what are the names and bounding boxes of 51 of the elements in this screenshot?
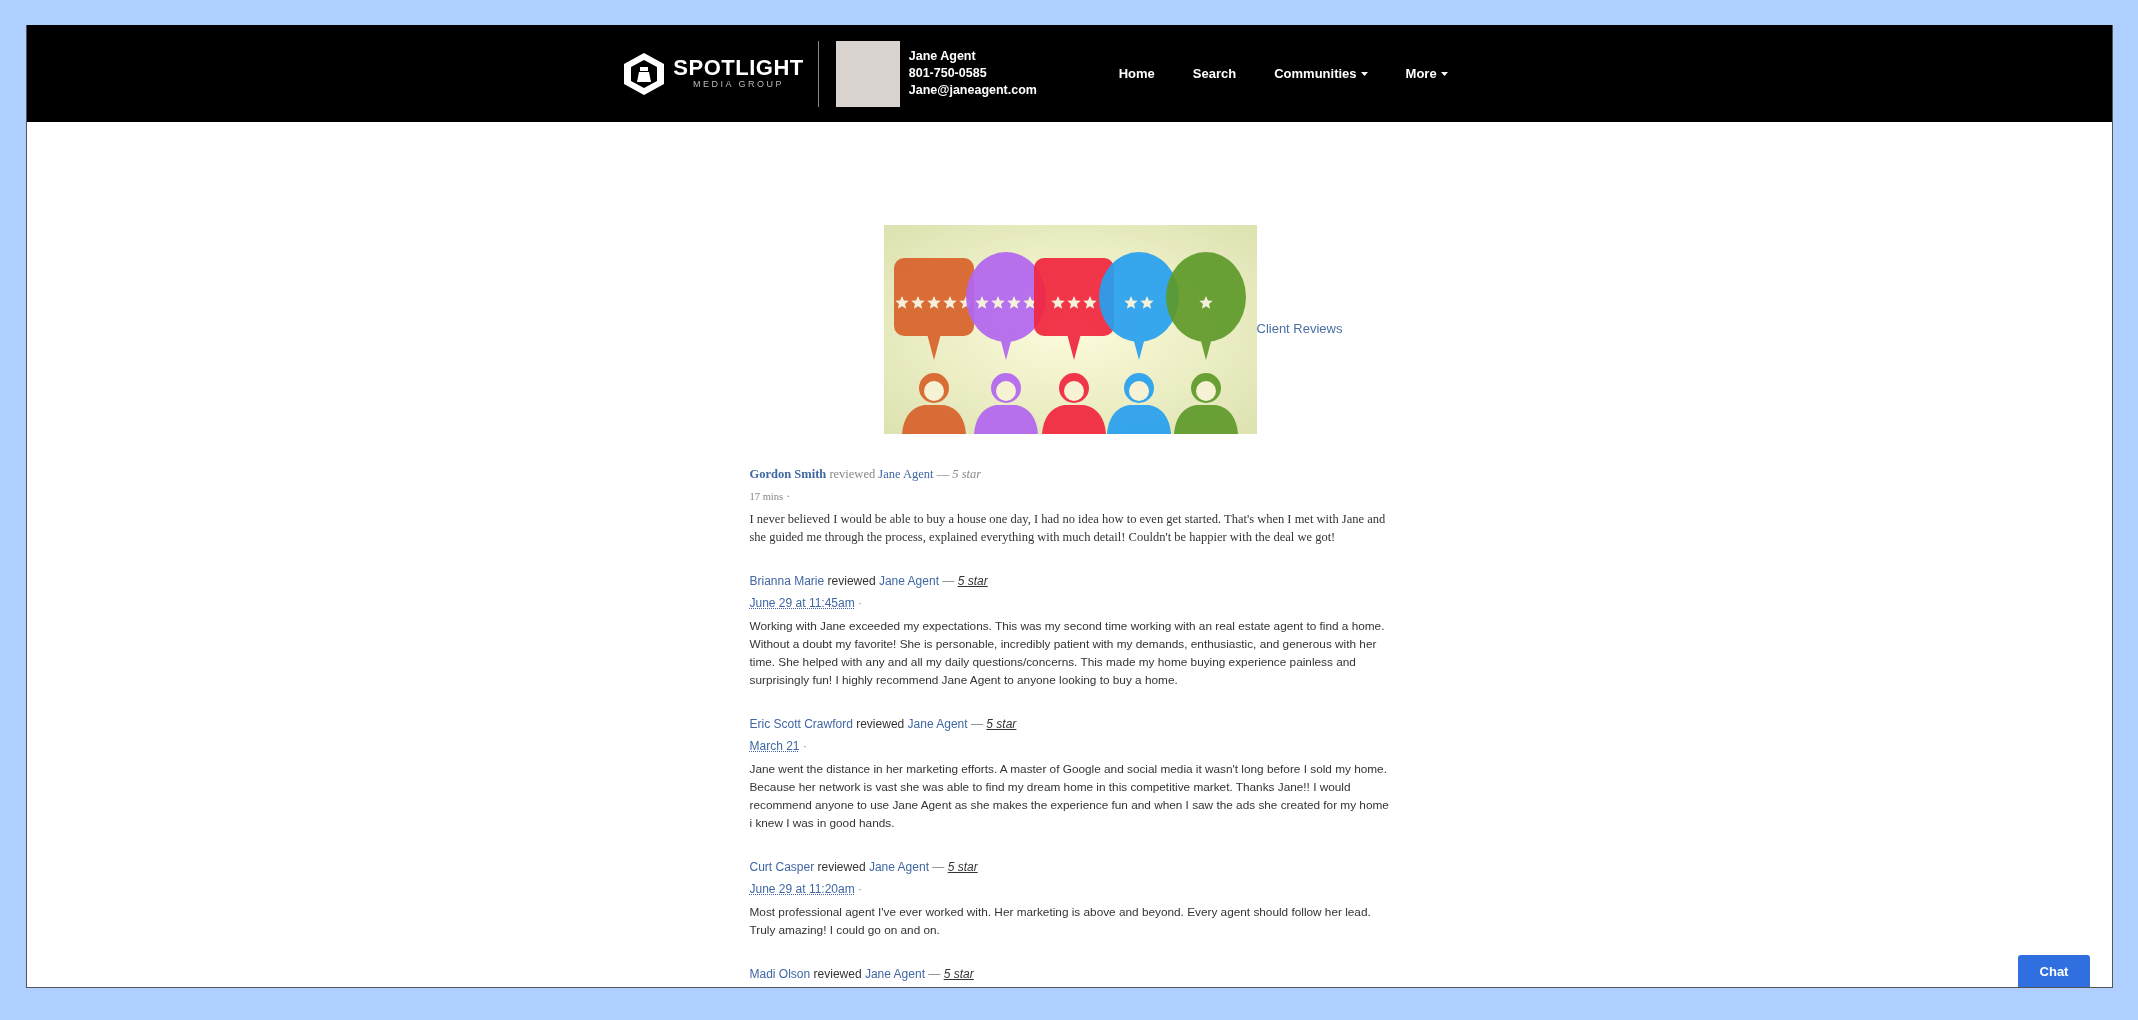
agent-link[interactable]: Jane Agent: [907, 717, 968, 731]
review-time-link[interactable]: 17 mins: [749, 491, 784, 502]
separator-dot: ·: [786, 489, 791, 503]
client-reviews-link[interactable]: Client Reviews: [1256, 321, 1343, 336]
rating-text: 5 star: [952, 467, 982, 481]
rating-text: 5 star: [957, 574, 988, 588]
rating-text: 5 star: [947, 860, 978, 874]
review-text: I never believed I would be able to buy a house one day, I had no idea how to even get started. That's when I met with Jane and she guided me through the process, explained everything with much detail! Couldn't be happier with the deal we got!: [749, 511, 1387, 546]
rating-text: 5 star: [943, 967, 974, 981]
review-text: Jane went the distance in her marketing efforts. A master of Google and social media it wasn't long before I sold my home. Because her network is vast she was able to find my dream home in this competitive market. Thanks Jane!! I would recommend anyone to use Jane Agent as she makes the experience fun and when I saw the ads she created for my home i knew I was in good hands.: [749, 761, 1390, 832]
agent-link[interactable]: Jane Agent: [868, 860, 929, 874]
brand-tagline: MEDIA GROUP: [693, 79, 785, 90]
agent-link[interactable]: Jane Agent: [864, 967, 925, 981]
nav-link[interactable]: More: [1405, 66, 1448, 81]
nav-link[interactable]: Home: [1118, 66, 1155, 81]
dash-text: —: [942, 574, 955, 588]
separator-dot: ·: [802, 739, 807, 753]
reviewed-text: reviewed: [827, 574, 876, 588]
separator-dot: ·: [858, 882, 863, 896]
agent-link[interactable]: Jane Agent: [878, 574, 939, 588]
dash-text: —: [928, 967, 941, 981]
reviewer-link[interactable]: Eric Scott Crawford: [749, 717, 853, 731]
photo-placeholder: [835, 40, 900, 107]
agent-link[interactable]: Jane Agent: [878, 467, 934, 481]
reviewed-text: reviewed: [817, 860, 866, 874]
reviewer-link[interactable]: Madi Olson: [749, 967, 811, 981]
review-time-link[interactable]: June 29 at 11:45am: [749, 596, 855, 610]
brand-name: SPOTLIGHT: [673, 57, 804, 79]
caret-icon: [1440, 71, 1448, 76]
reviewer-link[interactable]: Brianna Marie: [749, 574, 825, 588]
nav-link[interactable]: Communities: [1274, 66, 1368, 81]
reviewed-text: reviewed: [813, 967, 862, 981]
review-time-link[interactable]: June 29 at 11:20am: [749, 882, 855, 896]
dash-text: —: [932, 860, 945, 874]
agent-phone: 801-750-0585: [908, 65, 988, 82]
dash-text: —: [971, 717, 983, 731]
agent-email: Jane@janeagent.com: [908, 82, 1038, 99]
dash-text: —: [936, 467, 950, 481]
review-text: Working with Jane exceeded my expectations. This was my second time working with an real estate agent to find a home. Without a doubt my favorite! She is personable, incredibly patient with my demands, enthusiastic, and generous with her time. She helped with any and all my daily questions/concerns. This made my home buying experience painless and surprisingly fun! I highly recommend Jane Agent to anyone looking to buy a home.: [749, 618, 1386, 689]
reviewer-link[interactable]: Curt Casper: [749, 860, 815, 874]
reviewer-link[interactable]: Gordon Smith: [749, 467, 827, 481]
review-time-link[interactable]: March 21: [749, 739, 800, 753]
nav-link[interactable]: Search: [1192, 66, 1237, 81]
agent-name: Jane Agent: [908, 48, 977, 65]
rating-text: 5 star: [986, 717, 1017, 731]
chat-button[interactable]: Chat: [2018, 955, 2090, 987]
caret-icon: [1360, 71, 1368, 76]
reviewed-text: reviewed: [856, 717, 905, 731]
review-text: Most professional agent I've ever worked with. Her marketing is above and beyond. Every agent should follow her lead. Truly amazing! I could go on and on.: [749, 904, 1372, 939]
separator-dot: ·: [858, 596, 863, 610]
reviewed-text: reviewed: [829, 467, 876, 481]
